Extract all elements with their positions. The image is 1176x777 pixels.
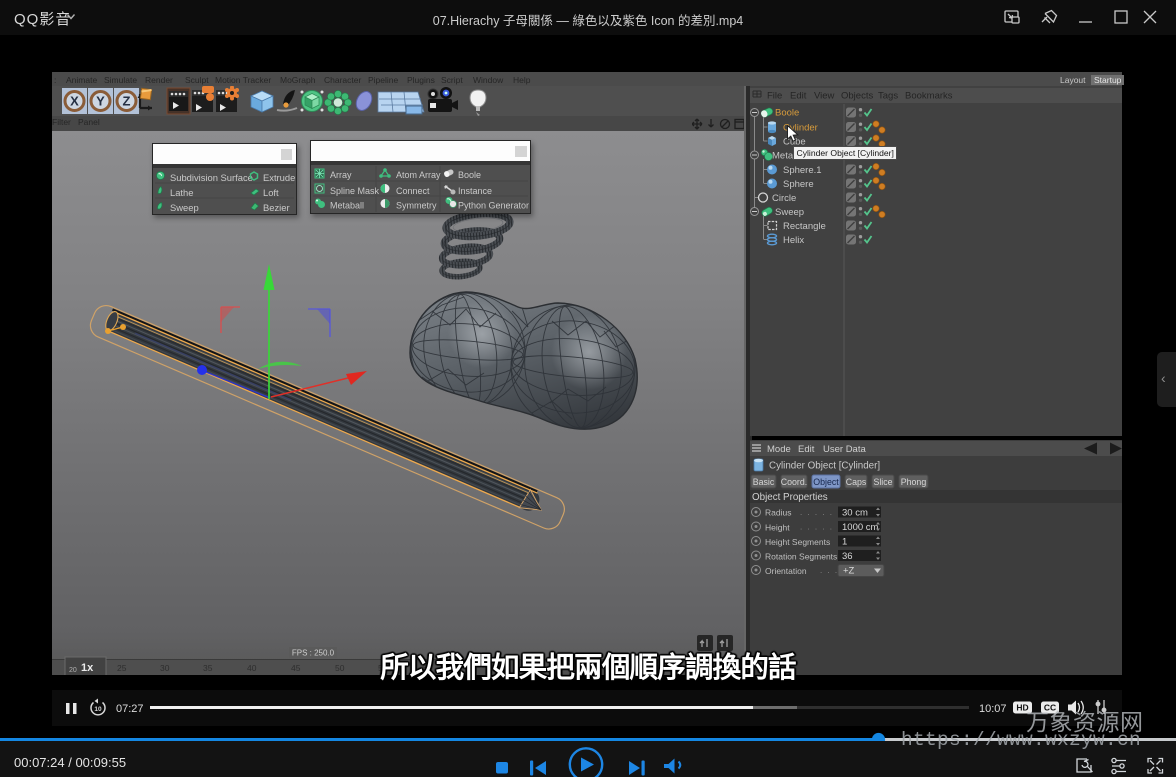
svg-text:Orientation: Orientation — [765, 566, 807, 576]
svg-text:10:07: 10:07 — [979, 703, 1007, 715]
svg-text:00:07:24 / 00:09:55: 00:07:24 / 00:09:55 — [14, 755, 126, 770]
svg-text:Edit: Edit — [790, 91, 807, 102]
svg-text:Sweep: Sweep — [775, 207, 804, 218]
svg-text:Y: Y — [96, 94, 105, 109]
svg-text:Cylinder Object [Cylinder]: Cylinder Object [Cylinder] — [769, 461, 880, 472]
svg-text:1000 cm: 1000 cm — [842, 522, 879, 533]
svg-text:Coord.: Coord. — [781, 477, 807, 487]
svg-text:Mode: Mode — [767, 444, 791, 455]
svg-text:36: 36 — [842, 551, 853, 562]
svg-text:+Z: +Z — [843, 566, 855, 577]
svg-text:10: 10 — [94, 706, 102, 713]
svg-text:Connect: Connect — [396, 186, 430, 196]
svg-text:30 cm: 30 cm — [842, 508, 868, 519]
svg-text:Caps: Caps — [846, 477, 867, 487]
svg-text:View: View — [814, 91, 835, 102]
svg-text:Sphere.1: Sphere.1 — [783, 165, 822, 176]
svg-text:Extrude: Extrude — [263, 172, 295, 183]
svg-text:Phong: Phong — [901, 477, 927, 487]
svg-text:Z: Z — [123, 94, 131, 109]
svg-text:Subdivision Surface: Subdivision Surface — [170, 172, 253, 183]
svg-text:Sweep: Sweep — [170, 202, 199, 213]
svg-text:Python Generator: Python Generator — [458, 201, 529, 211]
svg-text:X: X — [70, 94, 79, 109]
svg-text:Boole: Boole — [458, 170, 481, 180]
svg-text:Boole: Boole — [775, 108, 799, 119]
svg-text:Rotation Segments: Rotation Segments — [765, 552, 837, 562]
svg-text:Helix: Helix — [783, 235, 804, 246]
svg-text:Rectangle: Rectangle — [783, 221, 826, 232]
svg-text:File: File — [767, 91, 782, 102]
svg-text:Height Segments: Height Segments — [765, 537, 830, 547]
svg-text:07:27: 07:27 — [116, 703, 144, 715]
svg-text:User Data: User Data — [823, 444, 866, 455]
svg-text:Metaball: Metaball — [330, 201, 364, 211]
svg-text:Height: Height — [765, 523, 790, 533]
svg-text:Symmetry: Symmetry — [396, 201, 437, 211]
svg-text:Radius: Radius — [765, 508, 791, 518]
svg-text:Array: Array — [330, 170, 352, 180]
svg-text:Edit: Edit — [798, 444, 815, 455]
svg-text:Objects: Objects — [841, 91, 873, 102]
svg-text:Object Properties: Object Properties — [752, 492, 828, 503]
svg-text:Bookmarks: Bookmarks — [905, 91, 953, 102]
svg-text:Bezier: Bezier — [263, 202, 290, 213]
svg-text:Circle: Circle — [772, 193, 796, 204]
svg-text:Atom Array: Atom Array — [396, 170, 441, 180]
svg-text:Sphere: Sphere — [783, 179, 814, 190]
svg-text:1: 1 — [842, 537, 847, 548]
svg-text:Lathe: Lathe — [170, 187, 193, 198]
svg-text:Instance: Instance — [458, 186, 492, 196]
svg-text:Slice: Slice — [873, 477, 892, 487]
svg-text:Object: Object — [813, 477, 839, 487]
svg-text:Loft: Loft — [263, 187, 279, 198]
svg-text:Spline Mask: Spline Mask — [330, 186, 380, 196]
svg-text:Basic: Basic — [753, 477, 775, 487]
svg-text:Tags: Tags — [878, 91, 898, 102]
